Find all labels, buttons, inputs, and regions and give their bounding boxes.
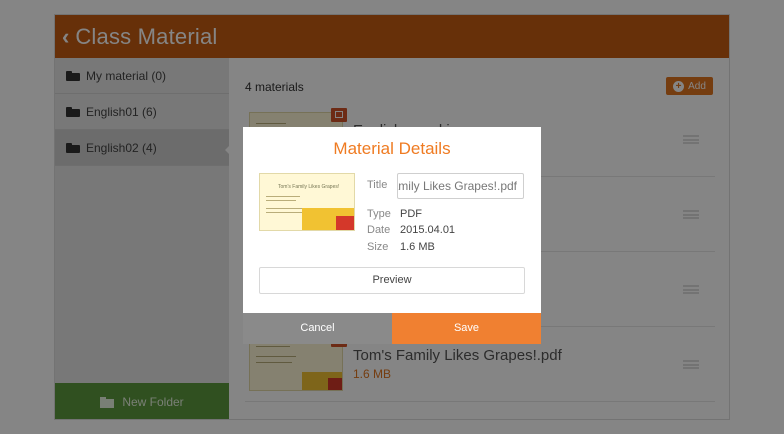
dialog-title: Material Details	[333, 139, 451, 158]
title-input[interactable]: Tom's Family Likes Grapes!.pdf	[397, 173, 524, 199]
material-details-dialog: Material Details Tom's Family Likes Grap…	[243, 127, 541, 344]
title-label: Title	[367, 179, 388, 191]
type-label: Type	[367, 208, 391, 220]
preview-button[interactable]: Preview	[259, 267, 525, 294]
cancel-button[interactable]: Cancel	[243, 313, 392, 344]
size-value: 1.6 MB	[400, 241, 435, 253]
save-button[interactable]: Save	[392, 313, 541, 344]
size-label: Size	[367, 241, 389, 253]
date-value: 2015.04.01	[400, 224, 456, 236]
thumbnail-title: Tom's Family Likes Grapes!	[278, 184, 340, 190]
material-thumbnail: Tom's Family Likes Grapes!	[259, 173, 355, 231]
type-value: PDF	[400, 208, 422, 220]
date-label: Date	[367, 224, 391, 236]
